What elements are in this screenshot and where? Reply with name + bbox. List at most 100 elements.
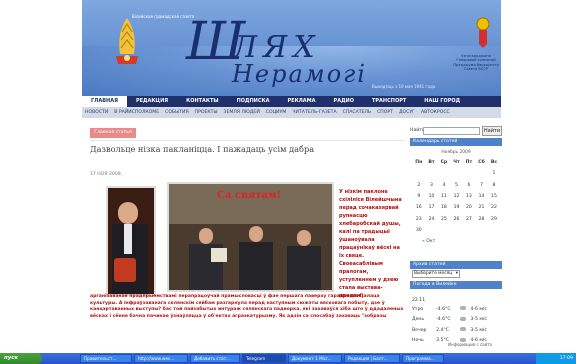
calendar-day[interactable]: 17 xyxy=(426,202,438,213)
calendar-day[interactable]: 26 xyxy=(450,213,462,224)
calendar-day[interactable]: 5 xyxy=(450,180,462,191)
calendar-day[interactable]: 21 xyxy=(475,202,488,213)
wheat-logo-icon xyxy=(116,18,138,64)
weather-temp: -4.6°C xyxy=(436,306,451,312)
photo-banner-text: Са святам! xyxy=(217,190,282,201)
calendar-day[interactable]: 6 xyxy=(463,180,476,191)
nav-item-contacts[interactable]: КОНТАКТЫ xyxy=(177,96,227,107)
calendar-day xyxy=(450,168,462,179)
taskbar-item[interactable]: Редакция | Балт... xyxy=(344,354,400,363)
subnav-item-events[interactable]: СОБЫТИЯ xyxy=(162,107,191,118)
calendar-day[interactable]: 27 xyxy=(463,213,476,224)
weather-period: День xyxy=(412,317,425,323)
archive-month-select[interactable]: Выберите месяц ▾ xyxy=(412,270,460,278)
cloud-icon xyxy=(460,327,467,332)
calendar-day[interactable]: 14 xyxy=(475,191,488,202)
calendar-day[interactable]: 11 xyxy=(437,191,450,202)
sub-nav: НОВОСТИ В РАЙИСПОЛКОМЕ СОБЫТИЯ ПРОЕКТЫ З… xyxy=(82,107,501,118)
subnav-item-society[interactable]: СОЦИУМ xyxy=(263,107,290,118)
weather-heading: Погода в Вилейке xyxy=(410,281,502,289)
weather-period: Вечер xyxy=(412,327,427,333)
taskbar-item[interactable]: Добавить стат... xyxy=(190,354,240,363)
calendar-prev-month-link[interactable]: « Окт xyxy=(422,239,435,244)
calendar-day[interactable]: 4 xyxy=(437,180,450,191)
calendar-day[interactable]: 30 xyxy=(412,225,426,236)
calendar-day[interactable]: 23 xyxy=(412,213,426,224)
taskbar-item[interactable]: Программа... xyxy=(402,354,444,363)
calendar-table: Пн Вт Ср Чт Пт Сб Вс 1 2 3 4 5 6 7 8 9 1… xyxy=(412,157,500,236)
calendar-day xyxy=(437,225,450,236)
nav-item-editorial[interactable]: РЕДАКЦИЯ xyxy=(127,96,177,107)
nav-item-our-city[interactable]: НАШ ГОРОД xyxy=(415,96,469,107)
calendar-day[interactable]: 20 xyxy=(463,202,476,213)
calendar-day[interactable]: 19 xyxy=(450,202,462,213)
weekday-label: Пт xyxy=(465,160,473,166)
subnav-item-executive[interactable]: В РАЙИСПОЛКОМЕ xyxy=(111,107,162,118)
header-since: Выходзіць з 10 мая 1941 года xyxy=(372,84,436,89)
calendar-day[interactable]: 29 xyxy=(488,213,500,224)
calendar-day[interactable]: 18 xyxy=(437,202,450,213)
weekday-label: Вт xyxy=(428,160,435,166)
calendar-day xyxy=(437,168,450,179)
nav-item-home[interactable]: ГЛАВНАЯ xyxy=(82,96,127,107)
subnav-item-autocross[interactable]: АВТОКРОСС xyxy=(418,107,453,118)
search-input[interactable] xyxy=(423,127,480,135)
system-tray-clock[interactable]: 17:09 xyxy=(536,353,576,364)
calendar-heading: Календарь статей xyxy=(410,138,502,146)
nav-item-transport[interactable]: ТРАНСПОРТ xyxy=(363,96,415,107)
search-button[interactable]: Найти xyxy=(482,126,502,136)
calendar-day xyxy=(426,225,438,236)
calendar-day xyxy=(412,168,426,179)
calendar-day xyxy=(463,168,476,179)
weather-period: Утро xyxy=(412,306,424,312)
calendar-day[interactable]: 3 xyxy=(426,180,438,191)
subnav-item-news[interactable]: НОВОСТИ xyxy=(82,107,111,118)
article-title[interactable]: Дазвольце нізка пакланіцца. І пажадаць у… xyxy=(90,144,314,154)
chevron-down-icon: ▾ xyxy=(455,271,458,276)
taskbar-item[interactable]: Правительст... xyxy=(80,354,132,363)
taskbar-item[interactable]: Telegram xyxy=(242,354,286,363)
nav-item-subscription[interactable]: ПОДПИСКА xyxy=(228,96,279,107)
calendar-day[interactable]: 7 xyxy=(475,180,488,191)
calendar-day[interactable]: 16 xyxy=(412,202,426,213)
calendar-day[interactable]: 10 xyxy=(426,191,438,202)
main-nav: ГЛАВНАЯ РЕДАКЦИЯ КОНТАКТЫ ПОДПИСКА РЕКЛА… xyxy=(82,96,501,107)
weather-wind: 3-5 м/с xyxy=(470,327,487,333)
weather-source-note[interactable]: Информация с сайта xyxy=(448,342,492,347)
calendar-day[interactable]: 2 xyxy=(412,180,426,191)
subnav-item-sport[interactable]: СПОРТ xyxy=(374,107,396,118)
breadcrumb-main-article[interactable]: Главная статья xyxy=(90,128,136,138)
weather-row: Вечер 2.4°C 3-5 м/с xyxy=(412,325,498,336)
calendar-day[interactable]: 15 xyxy=(488,191,500,202)
taskbar-item[interactable]: Документ 1 Micr... xyxy=(288,354,342,363)
article-photo-man[interactable] xyxy=(106,186,156,296)
nav-item-radio[interactable]: РАДИО xyxy=(325,96,363,107)
calendar-day[interactable]: 1 xyxy=(488,168,500,179)
calendar-month: Ноябрь 2009 xyxy=(441,150,471,155)
calendar-day[interactable]: 13 xyxy=(463,191,476,202)
subnav-item-projects[interactable]: ПРОЕКТЫ xyxy=(192,107,221,118)
calendar-day[interactable]: 12 xyxy=(450,191,462,202)
subnav-item-leisure[interactable]: ДОСУГ xyxy=(396,107,418,118)
calendar-day[interactable]: 8 xyxy=(488,180,500,191)
article-photo-group[interactable]: Са святам! xyxy=(167,182,334,292)
quick-launch[interactable] xyxy=(42,353,80,364)
weather-wind: 3-5 м/с xyxy=(470,317,487,323)
header-tagline: Вілейская грамадская газета xyxy=(132,14,195,19)
taskbar-item[interactable]: http://www.wes... xyxy=(134,354,188,363)
subnav-item-land-people[interactable]: ЗЕМЛЯ ЛЮДЕЙ xyxy=(221,107,263,118)
nav-item-advertising[interactable]: РЕКЛАМА xyxy=(278,96,324,107)
divider xyxy=(90,140,404,141)
calendar-day[interactable]: 9 xyxy=(412,191,426,202)
start-button[interactable]: пуск xyxy=(0,353,42,364)
subnav-item-rescuer[interactable]: СПАСАТЕЛЬ xyxy=(340,107,374,118)
calendar-day[interactable]: 28 xyxy=(475,213,488,224)
calendar-day[interactable]: 22 xyxy=(488,202,500,213)
article-date: 17 НОЯ 2009, xyxy=(90,172,123,177)
weekday-label: Вс xyxy=(490,160,498,166)
cloud-icon xyxy=(460,306,467,311)
calendar-day[interactable]: 25 xyxy=(437,213,450,224)
calendar-day xyxy=(426,168,438,179)
calendar-day[interactable]: 24 xyxy=(426,213,438,224)
subnav-item-reader[interactable]: ЧИТАТЕЛЬ-ГАЗЕТА xyxy=(289,107,339,118)
